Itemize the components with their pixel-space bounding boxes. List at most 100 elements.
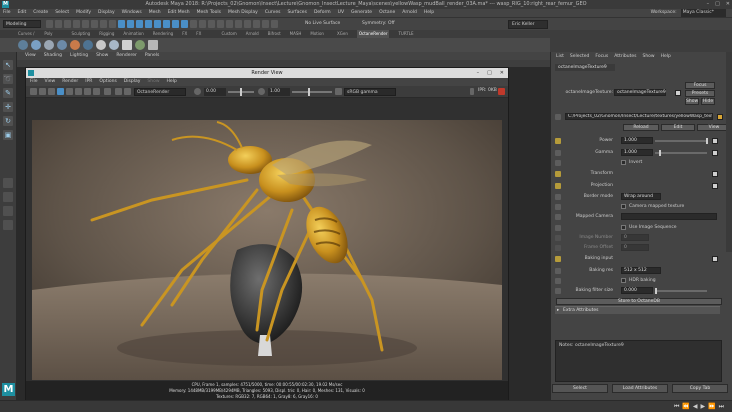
viewport-menu-panels[interactable]: Panels [145, 52, 159, 60]
shelf-tab[interactable]: MASH [290, 30, 302, 38]
shelf-tab[interactable]: Custom [221, 30, 236, 38]
gamma-slider-knob[interactable] [308, 88, 310, 96]
pick-mask-icon[interactable] [154, 20, 161, 28]
ae-menu-show[interactable]: Show [642, 54, 654, 59]
map-button[interactable] [712, 150, 718, 156]
file-path-field[interactable]: C:/Projects_02/Gnomon/Insect/Lecture/tex… [565, 113, 713, 120]
render-frame-icon[interactable] [244, 20, 251, 28]
shelf-tab[interactable]: XGen [337, 30, 348, 38]
baking-filter-slider[interactable] [655, 290, 707, 292]
rv-menu-display[interactable]: Display [124, 78, 141, 86]
menu-help[interactable]: Help [424, 9, 434, 17]
presets-button[interactable]: Presets [685, 90, 715, 97]
menu-windows[interactable]: Windows [122, 9, 142, 17]
extra-attributes-frame[interactable]: ▸ Extra Attributes [555, 306, 720, 314]
gamma-slider[interactable] [292, 91, 332, 93]
menu-set-dropdown[interactable]: Modeling [3, 20, 41, 28]
mapped-camera-field[interactable] [621, 213, 717, 220]
zoom-fit-icon[interactable] [93, 88, 100, 95]
menu-file[interactable]: File [3, 9, 11, 17]
focus-button[interactable]: Focus [685, 82, 715, 89]
render-canvas[interactable] [32, 120, 502, 380]
show-button[interactable]: Show [685, 98, 699, 105]
history-icon[interactable] [235, 20, 242, 28]
octane-plant-icon[interactable] [135, 40, 145, 50]
select-hierarchy-icon[interactable] [91, 20, 98, 28]
workspace-dropdown[interactable]: Maya Classic* [680, 9, 726, 17]
shelf-tab[interactable]: Rendering [153, 30, 173, 38]
menu-edit[interactable]: Edit [18, 9, 27, 17]
map-button[interactable] [712, 256, 718, 262]
gamma-slider[interactable] [655, 152, 707, 154]
viewport-menu-show[interactable]: Show [96, 52, 108, 60]
shelf-tab[interactable]: Poly Modeling [44, 30, 62, 44]
redo-icon[interactable] [82, 20, 89, 28]
menu-display[interactable]: Display [98, 9, 115, 17]
rv-menu-view[interactable]: View [45, 78, 56, 86]
pause-icon[interactable] [470, 88, 474, 95]
menu-curves[interactable]: Curves [265, 9, 281, 17]
ae-menu-selected[interactable]: Selected [570, 54, 590, 59]
rv-menu-show[interactable]: Show [147, 78, 159, 86]
viewport-menu-lighting[interactable]: Lighting [70, 52, 88, 60]
renderer-dropdown[interactable]: OctaneRender [134, 88, 186, 96]
power-slider-knob[interactable] [706, 138, 708, 144]
power-slider[interactable] [655, 140, 707, 142]
shelf-tab[interactable]: TURTLE [398, 30, 413, 38]
rv-menu-help[interactable]: Help [167, 78, 177, 86]
menu-surfaces[interactable]: Surfaces [287, 9, 307, 17]
menu-select[interactable]: Select [55, 9, 69, 17]
node-name-field[interactable]: octaneImageTexture9 [614, 89, 666, 96]
shelf-tab[interactable]: Rigging [99, 30, 114, 38]
play-back-icon[interactable]: ◀ [693, 403, 698, 411]
octane-star-icon[interactable] [122, 40, 132, 50]
snap-curve-icon[interactable] [199, 20, 206, 28]
snap-grid-icon[interactable] [190, 20, 197, 28]
hdr-baking-checkbox[interactable] [621, 278, 626, 283]
folder-icon[interactable] [717, 114, 723, 120]
move-tool-icon[interactable]: ✛ [3, 102, 13, 112]
maximize-button[interactable]: □ [487, 68, 492, 78]
ae-menu-focus[interactable]: Focus [595, 54, 608, 59]
menu-mesh-display[interactable]: Mesh Display [228, 9, 258, 17]
viewport-menu-shading[interactable]: Shading [44, 52, 62, 60]
octane-sphere-icon[interactable] [18, 40, 28, 50]
gamma-slider-knob[interactable] [659, 150, 661, 156]
rgb-channel-icon[interactable] [75, 88, 82, 95]
side-panel-tabs[interactable] [726, 52, 732, 252]
menu-uv[interactable]: UV [338, 9, 344, 17]
menu-create[interactable]: Create [33, 9, 48, 17]
paint-select-icon[interactable]: ✎ [3, 88, 13, 98]
ipr-icon[interactable] [57, 88, 64, 95]
time-slider[interactable]: M ⏮ ⏪ ◀ ▶ ⏩ ⏭ [0, 383, 732, 412]
shelf-tab[interactable]: Motion Graphics [310, 30, 328, 44]
baking-res-dropdown[interactable]: 512 x 512 [621, 267, 661, 274]
lasso-tool-icon[interactable]: ➰ [3, 74, 13, 84]
shelf-tab[interactable]: Arnold [246, 30, 259, 38]
menu-mesh-tools[interactable]: Mesh Tools [197, 9, 221, 17]
user-account-button[interactable]: Eric Keller [508, 20, 548, 29]
octane-sphere-icon[interactable] [31, 40, 41, 50]
octane-sphere-icon[interactable] [44, 40, 54, 50]
undo-icon[interactable] [73, 20, 80, 28]
menu-modify[interactable]: Modify [76, 9, 91, 17]
minimize-button[interactable]: – [707, 0, 710, 9]
copy-tab-button[interactable]: Copy Tab [672, 384, 728, 393]
pick-mask-icon[interactable] [136, 20, 143, 28]
rotate-tool-icon[interactable]: ↻ [3, 116, 13, 126]
baking-filter-field[interactable]: 0.000 [621, 287, 653, 294]
image-number-field[interactable]: 0 [621, 234, 649, 241]
stop-render-icon[interactable] [498, 88, 505, 95]
redo-render-icon[interactable] [30, 88, 37, 95]
minimize-button[interactable]: – [477, 68, 480, 78]
shelf-tab[interactable]: FX [182, 30, 187, 38]
octane-render-icon[interactable] [148, 40, 158, 50]
rv-menu-options[interactable]: Options [99, 78, 116, 86]
step-back-icon[interactable]: ⏪ [682, 403, 689, 411]
symmetry-label[interactable]: Symmetry: Off [362, 21, 395, 26]
snap-point-icon[interactable] [208, 20, 215, 28]
rv-menu-render[interactable]: Render [62, 78, 78, 86]
octane-cloud-icon[interactable] [109, 40, 119, 50]
ae-menu-list[interactable]: List [556, 54, 564, 59]
exposure-field[interactable]: 0.00 [204, 88, 226, 96]
